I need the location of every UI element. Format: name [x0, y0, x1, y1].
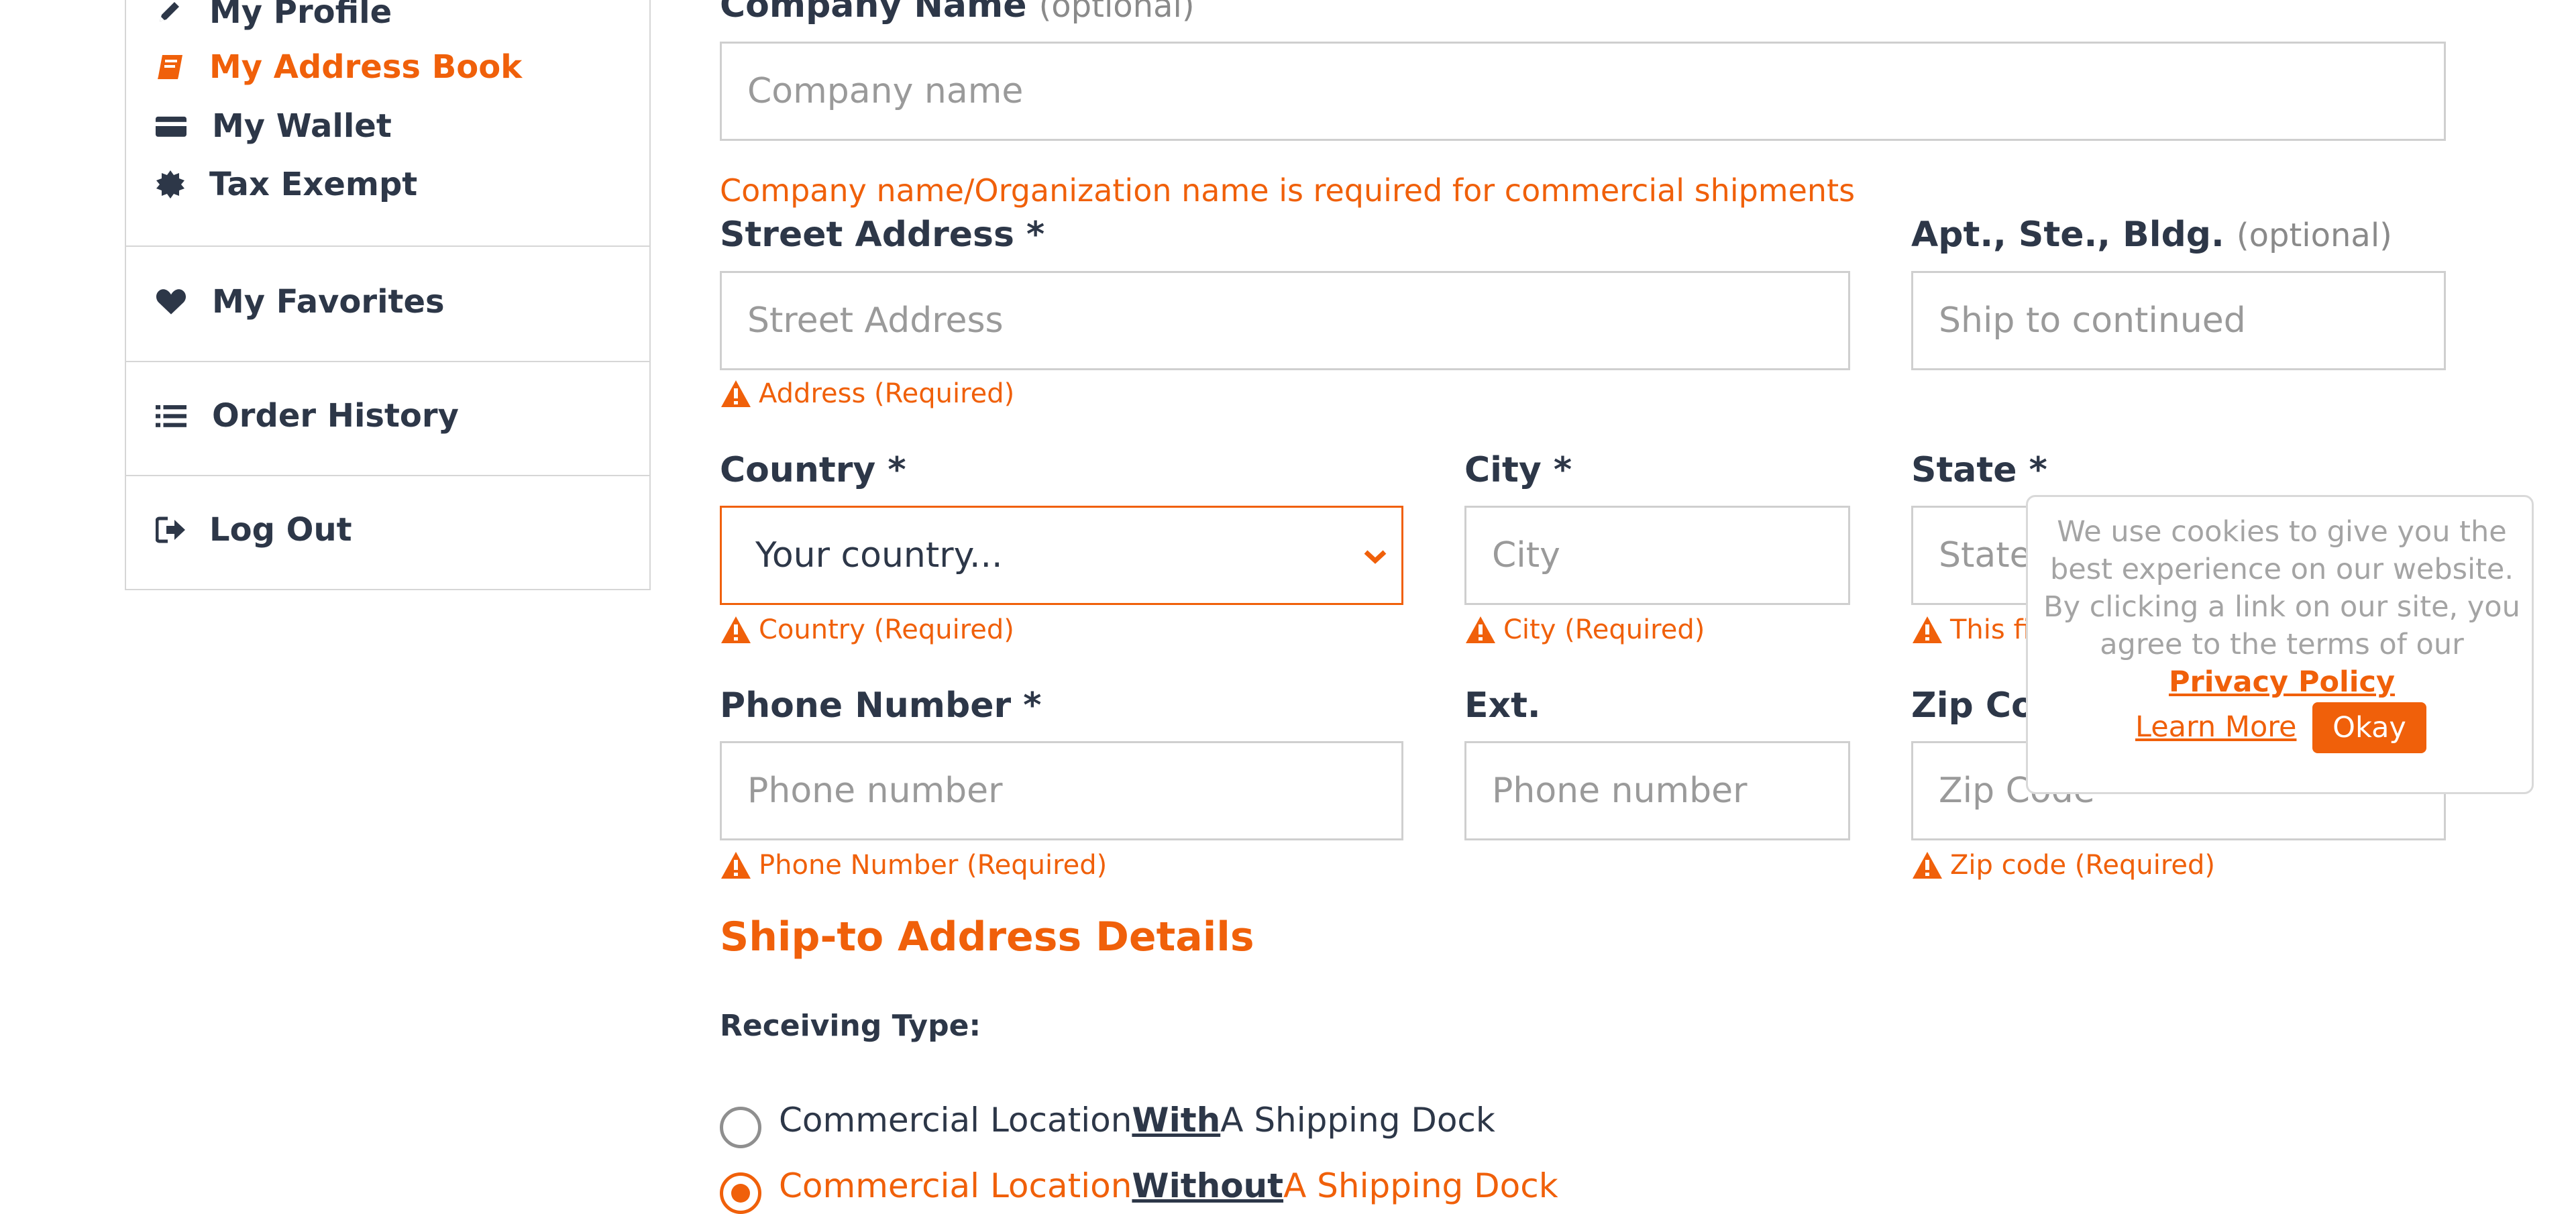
phone-error: Phone Number (Required): [720, 850, 1107, 881]
phone-error-text: Phone Number (Required): [759, 850, 1108, 881]
sidebar-item-label: My Favorites: [212, 283, 445, 321]
company-name-input[interactable]: Company name: [720, 42, 2446, 141]
sidebar-item-my-wallet[interactable]: My Wallet: [156, 107, 392, 145]
apt-input[interactable]: Ship to continued: [1911, 271, 2446, 370]
country-select[interactable]: Your country...: [720, 506, 1403, 605]
sidebar-item-my-favorites[interactable]: My Favorites: [156, 283, 445, 321]
city-input[interactable]: City: [1464, 506, 1850, 605]
sidebar-item-label: Tax Exempt: [209, 166, 418, 203]
receiving-type-label: Receiving Type:: [720, 1009, 981, 1043]
certificate-icon: [156, 170, 186, 199]
state-label: State *: [1911, 450, 2047, 490]
city-error-text: City (Required): [1503, 614, 1705, 645]
cookie-message: We use cookies to give you the best expe…: [2043, 513, 2521, 701]
cookie-message-text: We use cookies to give you the best expe…: [2043, 515, 2520, 661]
optional-tag: (optional): [2236, 217, 2392, 254]
sidebar-item-label: My Wallet: [212, 107, 392, 145]
phone-label: Phone Number *: [720, 685, 1042, 726]
sidebar-item-label: My Address Book: [209, 48, 523, 86]
apt-label: Apt., Ste., Bldg. (optional): [1911, 215, 2392, 255]
ext-input[interactable]: Phone number: [1464, 741, 1850, 840]
ext-placeholder: Phone number: [1492, 771, 1748, 811]
warning-icon: [721, 380, 751, 407]
ext-label: Ext.: [1464, 685, 1541, 726]
option-text: Commercial Location: [779, 1166, 1132, 1205]
street-address-error: Address (Required): [720, 378, 1014, 409]
privacy-policy-link[interactable]: Privacy Policy: [2169, 665, 2395, 699]
credit-card-icon: [156, 113, 186, 140]
zip-error-text: Zip code (Required): [1950, 850, 2216, 881]
country-error: Country (Required): [720, 614, 1014, 645]
pencil-icon: [156, 0, 186, 25]
option-text: A Shipping Dock: [1220, 1101, 1495, 1140]
radio-button[interactable]: [720, 1107, 761, 1148]
city-label: City *: [1464, 450, 1572, 490]
street-address-label: Street Address *: [720, 215, 1045, 255]
phone-placeholder: Phone number: [747, 771, 1003, 811]
sidebar-item-my-profile[interactable]: My Profile: [156, 0, 392, 31]
warning-icon: [1913, 616, 1942, 643]
receiving-option-without-dock[interactable]: Commercial Location Without A Shipping D…: [720, 1158, 1558, 1214]
option-text: Commercial Location: [779, 1101, 1132, 1140]
chevron-down-icon: [1364, 550, 1387, 564]
receiving-option-with-dock[interactable]: Commercial Location With A Shipping Dock: [720, 1092, 1495, 1148]
company-name-label-text: Company Name: [720, 0, 1027, 25]
state-error: This fi: [1911, 614, 2031, 645]
sidebar-item-label: My Profile: [209, 0, 392, 31]
warning-icon: [721, 852, 751, 879]
street-address-placeholder: Street Address: [747, 300, 1004, 341]
sign-out-icon: [156, 516, 186, 544]
sidebar-item-order-history[interactable]: Order History: [156, 397, 459, 435]
city-error: City (Required): [1464, 614, 1705, 645]
heart-icon: [156, 286, 186, 317]
country-error-text: Country (Required): [759, 614, 1014, 645]
learn-more-link[interactable]: Learn More: [2135, 710, 2296, 744]
company-required-notice: Company name/Organization name is requir…: [720, 172, 1856, 209]
sidebar-item-log-out[interactable]: Log Out: [156, 511, 352, 549]
street-address-error-text: Address (Required): [759, 378, 1015, 409]
option-text: A Shipping Dock: [1283, 1166, 1558, 1205]
company-name-placeholder: Company name: [747, 71, 1024, 111]
city-placeholder: City: [1492, 535, 1560, 575]
zip-label: Zip Co: [1911, 685, 2035, 726]
state-placeholder: State: [1939, 535, 2031, 575]
sidebar-item-my-address-book[interactable]: My Address Book: [156, 48, 522, 86]
ship-to-section-title: Ship-to Address Details: [720, 914, 1254, 960]
sidebar-item-label: Order History: [212, 397, 459, 435]
state-error-text: This fi: [1950, 614, 2031, 645]
company-name-label: Company Name (optional): [720, 0, 1195, 25]
optional-tag: (optional): [1038, 0, 1195, 25]
apt-label-text: Apt., Ste., Bldg.: [1911, 215, 2224, 255]
phone-input[interactable]: Phone number: [720, 741, 1403, 840]
sidebar-item-tax-exempt[interactable]: Tax Exempt: [156, 166, 417, 203]
radio-button-selected[interactable]: [720, 1172, 761, 1214]
country-label: Country *: [720, 450, 906, 490]
cookie-consent-popup: We use cookies to give you the best expe…: [2026, 495, 2534, 794]
street-address-input[interactable]: Street Address: [720, 271, 1850, 370]
warning-icon: [721, 616, 751, 643]
warning-icon: [1466, 616, 1495, 643]
country-selected-value: Your country...: [755, 535, 1003, 575]
okay-button[interactable]: Okay: [2312, 702, 2426, 753]
option-emphasis: Without: [1132, 1166, 1284, 1205]
zip-error: Zip code (Required): [1911, 850, 2215, 881]
apt-placeholder: Ship to continued: [1939, 300, 2246, 341]
option-emphasis: With: [1132, 1101, 1221, 1140]
sidebar-item-label: Log Out: [209, 511, 352, 549]
book-icon: [156, 52, 186, 82]
list-icon: [156, 402, 186, 429]
warning-icon: [1913, 852, 1942, 879]
